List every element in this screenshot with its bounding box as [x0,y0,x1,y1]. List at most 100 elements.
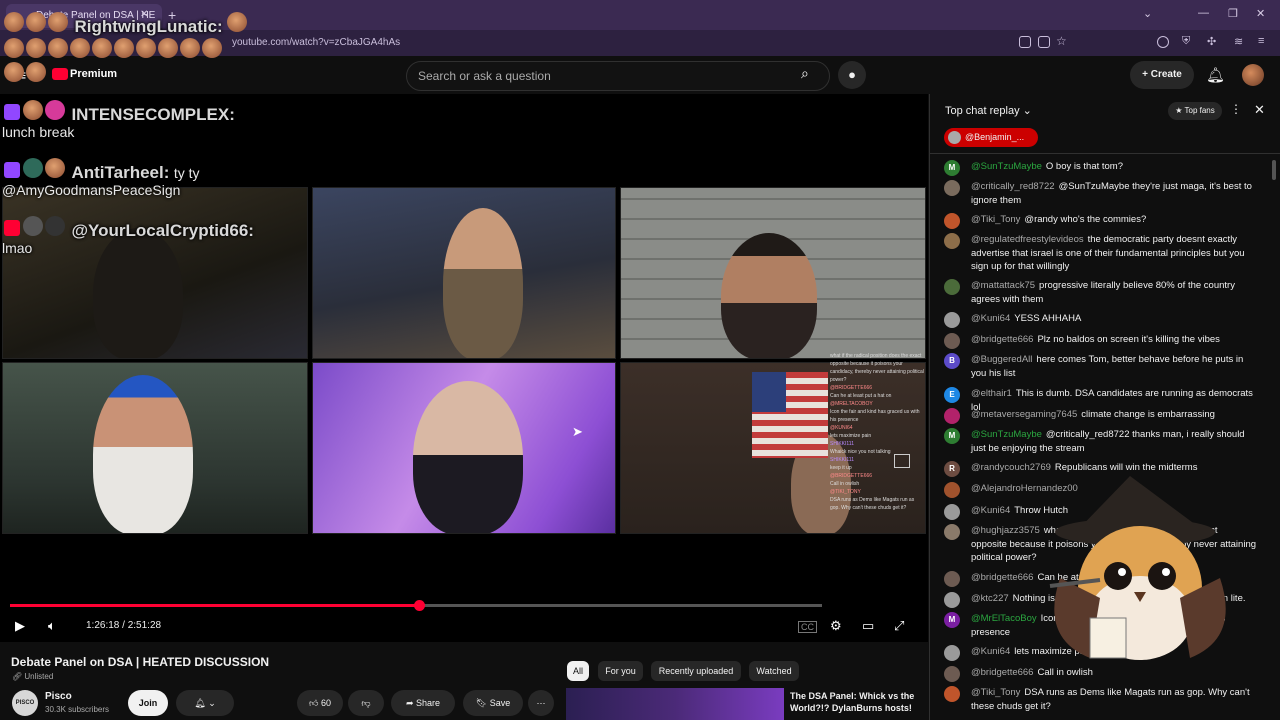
overlay-text: ty ty [173,165,200,181]
top-fans-button[interactable]: ★ Top fans [1168,102,1222,120]
search-icon[interactable]: ⌕ [801,65,809,82]
join-button[interactable]: Join [128,690,168,716]
chip-for-you[interactable]: For you [598,661,643,681]
overlay-username: INTENSECOMPLEX: [71,105,235,124]
shield-icon[interactable]: ⛨ [1182,35,1190,48]
youtube-logo-icon[interactable] [52,68,68,80]
captions-icon[interactable]: CC [798,621,817,633]
chat-avatar[interactable] [944,686,960,702]
chat-avatar[interactable] [944,482,960,498]
channel-avatar[interactable]: PISCO [12,690,38,716]
webcam-panelist-2 [312,187,616,359]
save-button[interactable]: 🔖︎ Save [463,690,523,716]
chat-avatar[interactable] [944,233,960,249]
settings-gear-icon[interactable]: ⚙ [830,618,842,634]
channel-name[interactable]: Pisco [45,691,72,702]
chat-avatar[interactable] [944,180,960,196]
sidebar-icon[interactable]: ≋ [1234,35,1243,48]
mini-chat-line: Can he at least put a hat on [830,393,892,399]
chat-avatar[interactable] [944,213,960,229]
scrubber-handle[interactable] [414,600,425,611]
chat-message-text: Plz no baldos on screen it's killing the… [1037,334,1220,345]
unlisted-badge: 🔗︎ Unlisted [12,672,54,681]
chat-more-icon[interactable]: ⋮ [1230,102,1242,116]
subscribe-notifications-button[interactable]: 🔔︎ ⌄ [176,690,234,716]
chat-avatar[interactable]: M [944,612,960,628]
restore-icon[interactable]: ❐ [1228,7,1238,20]
menu-icon[interactable]: ≡ [1258,35,1264,47]
window-close-icon[interactable]: ✕ [1256,7,1265,20]
chat-author-name[interactable]: @bridgette666 [971,667,1033,678]
chat-message-text: YESS AHHAHA [1014,313,1082,324]
chat-close-icon[interactable]: ✕ [1254,102,1265,118]
chat-mode-dropdown[interactable]: Top chat replay ⌄ [945,104,1032,117]
chat-author-name[interactable]: @Tiki_Tony [971,214,1020,225]
create-button[interactable]: + Create [1130,61,1194,89]
chat-avatar[interactable] [944,408,960,424]
pip-icon[interactable] [1019,36,1031,48]
emote-icon [4,12,24,32]
chat-author-name[interactable]: @regulatedfreestylevideos [971,234,1084,245]
play-icon[interactable]: ▶ [15,618,25,634]
chat-author-name[interactable]: @SunTzuMaybe [971,161,1042,172]
more-actions-button[interactable]: ⋯ [528,690,554,716]
notifications-bell-icon[interactable]: 🔔︎ [1206,66,1225,84]
chip-watched[interactable]: Watched [749,661,799,681]
chat-avatar[interactable]: B [944,353,960,369]
minimize-icon[interactable]: — [1198,7,1209,19]
dislike-button[interactable]: 👎︎ [348,690,384,716]
emote-icon [26,12,46,32]
reader-icon[interactable] [1038,36,1050,48]
youtube-premium-label[interactable]: Premium [70,68,117,80]
chat-avatar[interactable]: M [944,160,960,176]
chat-author-name[interactable]: @Kuni64 [971,505,1010,516]
chat-author-name[interactable]: @metaversegaming7645 [971,409,1077,420]
mini-chat-line: lets maximize pain [830,433,872,439]
chat-author-name[interactable]: @Tiki_Tony [971,687,1020,698]
chat-author-name[interactable]: @BuggeredAll [971,354,1032,365]
chat-avatar[interactable] [944,333,960,349]
chevron-down-icon[interactable]: ⌄ [1143,7,1152,20]
extensions-icon[interactable]: ✣ [1207,35,1216,48]
chat-scrollbar[interactable] [1272,160,1276,180]
chat-author-name[interactable]: @mattattack75 [971,280,1035,291]
chat-avatar[interactable] [944,666,960,682]
fullscreen-icon[interactable]: ⤢ [894,618,904,634]
theater-mode-icon[interactable]: ▭ [862,618,874,634]
chat-avatar[interactable] [944,279,960,295]
emote-icon [92,38,112,58]
chat-message-body: @regulatedfreestylevideos the democratic … [971,233,1256,274]
chat-avatar[interactable] [944,524,960,540]
chip-recently-uploaded[interactable]: Recently uploaded [651,661,741,681]
chat-avatar[interactable] [944,592,960,608]
chat-author-name[interactable]: @MrElTacoBoy [971,613,1037,624]
chat-author-name[interactable]: @Kuni64 [971,646,1010,657]
chip-all[interactable]: All [567,661,589,681]
webcam-panelist-3 [620,187,926,359]
chat-avatar[interactable]: R [944,461,960,477]
user-avatar[interactable] [1242,64,1264,86]
chat-author-name[interactable]: @bridgette666 [971,334,1033,345]
recommended-video-title[interactable]: The DSA Panel: Whick vs the World?!? Dyl… [790,690,920,714]
volume-icon[interactable]: 🔈︎ [48,618,56,634]
chat-avatar[interactable] [944,571,960,587]
address-bar-url[interactable]: youtube.com/watch?v=zCbaJGA4hAs [232,37,400,48]
chat-author-name[interactable]: @bridgette666 [971,572,1033,583]
chat-avatar[interactable] [944,312,960,328]
chat-avatar[interactable]: M [944,428,960,444]
heart-badge-icon [45,100,65,120]
microphone-icon[interactable]: ● [838,61,866,89]
chat-author-name[interactable]: @Kuni64 [971,313,1010,324]
chat-author-name[interactable]: @ktc227 [971,593,1009,604]
chat-author-name[interactable]: @elthair1 [971,388,1012,399]
profile-icon[interactable] [1157,36,1169,48]
chat-author-name[interactable]: @critically_red8722 [971,181,1055,192]
chat-avatar[interactable]: E [944,387,960,403]
chat-author-name[interactable]: @SunTzuMaybe [971,429,1042,440]
chat-avatar[interactable] [944,504,960,520]
share-button[interactable]: ➦ Share [391,690,455,716]
star-icon[interactable]: ☆ [1056,34,1067,48]
recommended-video-thumbnail[interactable] [566,688,784,720]
chat-avatar[interactable] [944,645,960,661]
like-button[interactable]: 👍︎ 60 [297,690,343,716]
